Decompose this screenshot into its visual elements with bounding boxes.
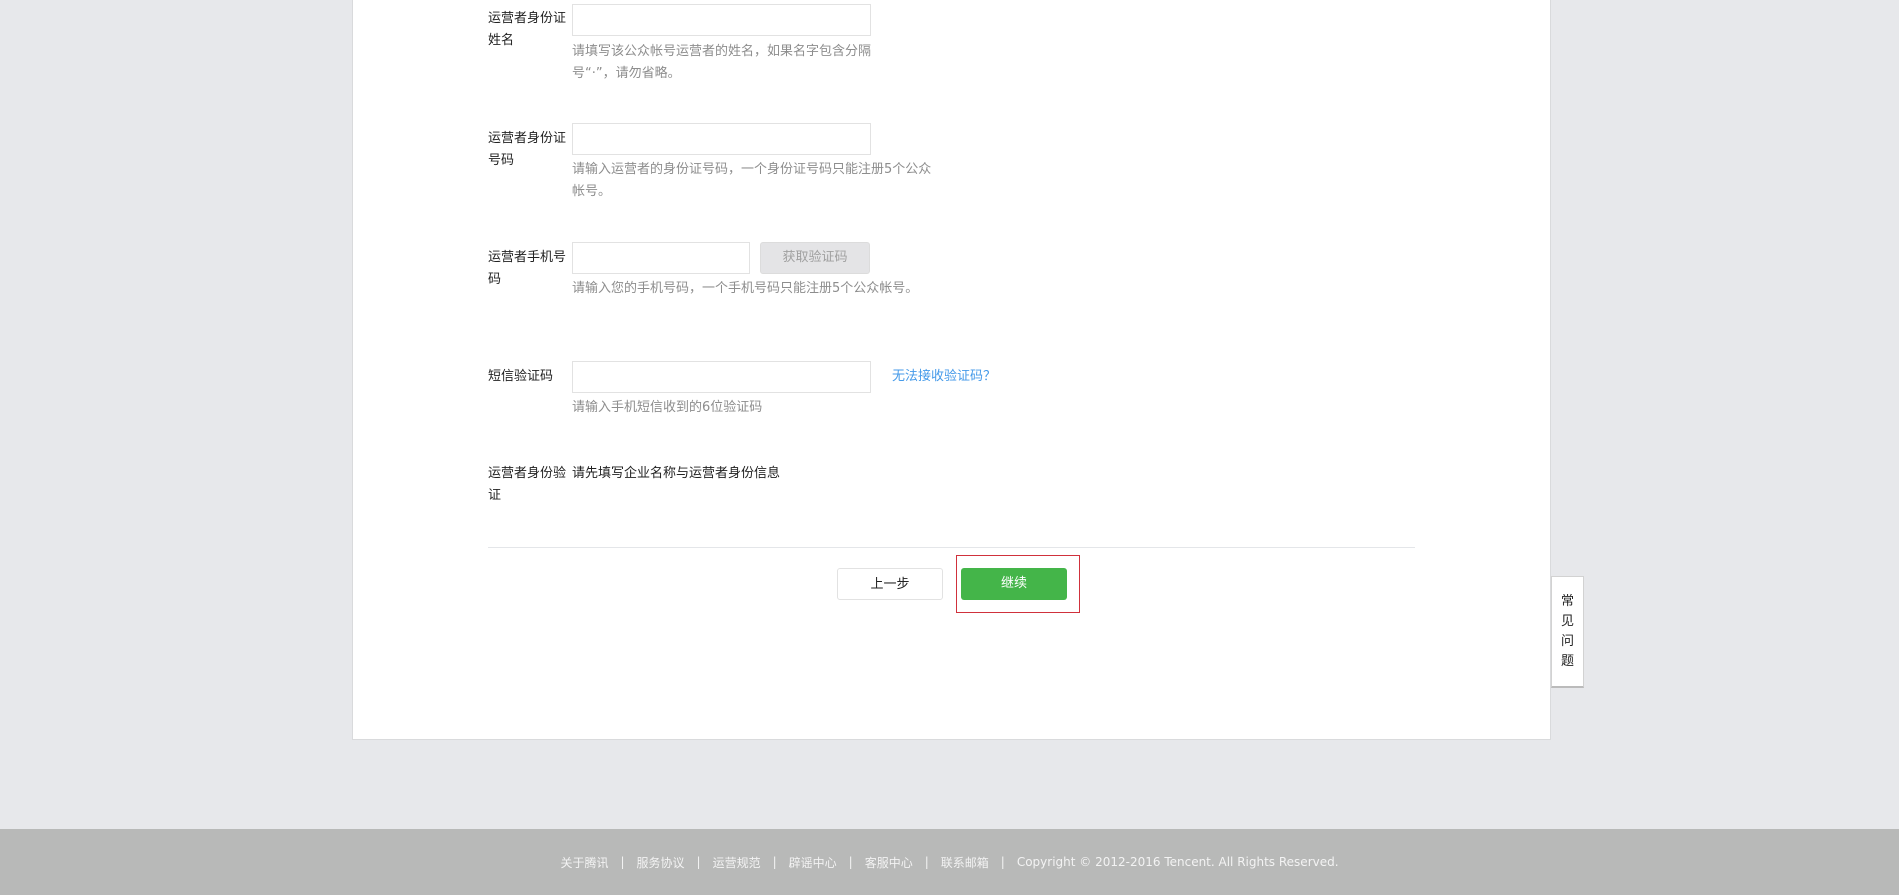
footer-link-contact[interactable]: 联系邮箱 bbox=[941, 854, 989, 871]
copyright: Copyright © 2012-2016 Tencent. All Right… bbox=[1016, 855, 1339, 869]
get-code-button[interactable]: 获取验证码 bbox=[760, 242, 870, 274]
sms-code-input[interactable] bbox=[572, 361, 871, 393]
hint-phone: 请输入您的手机号码，一个手机号码只能注册5个公众帐号。 bbox=[572, 281, 919, 296]
identity-verify-status: 请先填写企业名称与运营者身份信息 bbox=[572, 466, 781, 481]
faq-char: 见 bbox=[1560, 613, 1574, 629]
footer-link-rumor[interactable]: 辟谣中心 bbox=[789, 854, 837, 871]
footer-link-about[interactable]: 关于腾讯 bbox=[560, 854, 608, 871]
continue-button[interactable]: 继续 bbox=[961, 568, 1067, 600]
faq-tab[interactable]: 常 见 问 题 bbox=[1551, 576, 1584, 688]
faq-char: 问 bbox=[1560, 633, 1574, 649]
label-phone: 运营者手机号码 bbox=[488, 250, 567, 287]
hint-id-name: 请填写该公众帐号运营者的姓名，如果名字包含分隔号“·”，请勿省略。 bbox=[572, 44, 872, 81]
footer-link-rules[interactable]: 运营规范 bbox=[713, 854, 761, 871]
label-id-name: 运营者身份证姓名 bbox=[488, 11, 567, 48]
faq-char: 题 bbox=[1560, 653, 1574, 669]
back-button[interactable]: 上一步 bbox=[837, 568, 943, 600]
divider bbox=[488, 547, 1415, 548]
footer-link-service[interactable]: 客服中心 bbox=[865, 854, 913, 871]
hint-sms-code: 请输入手机短信收到的6位验证码 bbox=[572, 400, 763, 415]
phone-input[interactable] bbox=[572, 242, 750, 274]
label-sms-code: 短信验证码 bbox=[488, 369, 554, 384]
id-name-input[interactable] bbox=[572, 4, 871, 36]
faq-char: 常 bbox=[1560, 593, 1574, 609]
cannot-receive-code-link[interactable]: 无法接收验证码？ bbox=[892, 366, 996, 388]
label-identity-verify: 运营者身份验证 bbox=[488, 466, 567, 503]
hint-id-number: 请输入运营者的身份证号码，一个身份证号码只能注册5个公众帐号。 bbox=[572, 162, 932, 199]
id-number-input[interactable] bbox=[572, 123, 871, 155]
footer-link-terms[interactable]: 服务协议 bbox=[637, 854, 685, 871]
label-id-number: 运营者身份证号码 bbox=[488, 131, 567, 168]
footer: 关于腾讯 | 服务协议 | 运营规范 | 辟谣中心 | 客服中心 | 联系邮箱 | Copy… bbox=[0, 829, 1899, 895]
